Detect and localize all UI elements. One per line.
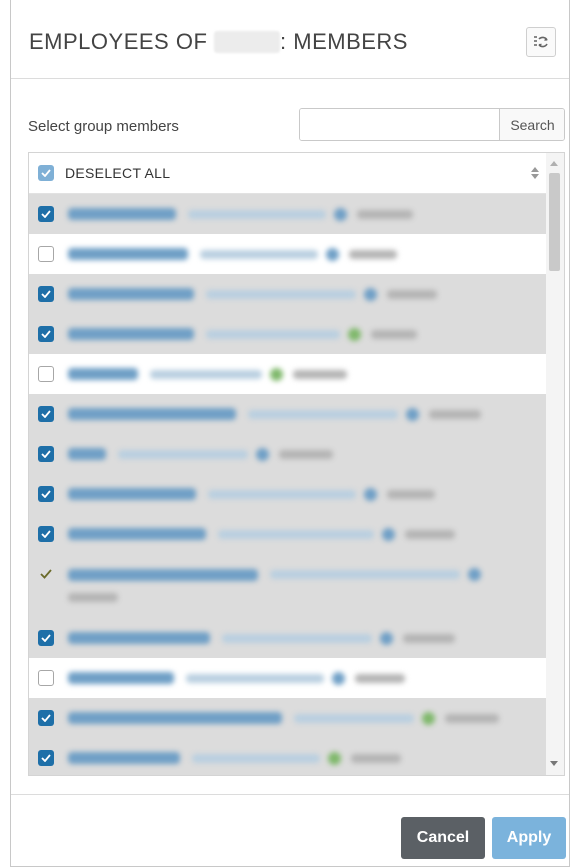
redacted-member-info <box>68 367 347 381</box>
member-checkbox[interactable] <box>38 526 54 542</box>
check-icon <box>41 634 51 642</box>
redacted-member-info <box>68 527 455 541</box>
member-checkbox[interactable] <box>38 326 54 342</box>
scroll-thumb[interactable] <box>549 173 560 271</box>
member-row[interactable] <box>29 234 546 274</box>
check-icon <box>41 169 51 177</box>
deselect-all-checkbox[interactable] <box>38 165 54 181</box>
member-rows <box>29 194 546 775</box>
redacted-group-name <box>214 31 281 53</box>
search-input[interactable] <box>300 109 499 140</box>
member-checkbox[interactable] <box>38 630 54 646</box>
member-checkbox[interactable] <box>38 486 54 502</box>
member-checkbox[interactable] <box>38 366 54 382</box>
member-checkbox[interactable] <box>38 710 54 726</box>
member-checkbox[interactable] <box>38 406 54 422</box>
redacted-member-info <box>68 671 405 685</box>
title-prefix: EMPLOYEES OF <box>29 29 208 54</box>
apply-button[interactable]: Apply <box>492 817 566 859</box>
refresh-button[interactable] <box>526 27 556 57</box>
member-checkbox[interactable] <box>38 670 54 686</box>
member-row[interactable] <box>29 618 546 658</box>
member-row[interactable] <box>29 658 546 698</box>
check-icon <box>41 450 51 458</box>
search-button[interactable]: Search <box>499 109 564 140</box>
member-row[interactable] <box>29 434 546 474</box>
sort-icon[interactable] <box>530 166 540 180</box>
title-suffix: : MEMBERS <box>280 29 408 54</box>
refresh-icon <box>534 36 548 48</box>
check-icon <box>41 530 51 538</box>
check-icon <box>41 410 51 418</box>
check-icon <box>41 490 51 498</box>
member-row[interactable] <box>29 274 546 314</box>
redacted-member-info <box>68 287 437 301</box>
check-icon <box>41 290 51 298</box>
redacted-member-info <box>68 327 417 341</box>
group-members-dialog: EMPLOYEES OF : MEMBERS Select group memb… <box>10 0 570 867</box>
member-row[interactable] <box>29 474 546 514</box>
list-header: DESELECT ALL <box>29 153 546 194</box>
deselect-all-label[interactable]: DESELECT ALL <box>65 165 170 181</box>
check-icon <box>40 569 52 579</box>
member-row[interactable] <box>29 394 546 434</box>
member-row[interactable] <box>29 738 546 775</box>
member-row[interactable] <box>29 194 546 234</box>
search-group: Search <box>299 108 565 141</box>
dialog-title: EMPLOYEES OF : MEMBERS <box>29 29 408 55</box>
scroll-up-icon[interactable] <box>550 161 558 166</box>
redacted-member-info <box>68 207 413 221</box>
member-row[interactable] <box>29 314 546 354</box>
redacted-member-info <box>68 568 481 602</box>
dialog-header: EMPLOYEES OF : MEMBERS <box>11 0 569 79</box>
dialog-footer: Cancel Apply <box>11 794 569 868</box>
check-icon <box>41 754 51 762</box>
member-checkbox[interactable] <box>38 566 54 582</box>
member-row[interactable] <box>29 698 546 738</box>
check-icon <box>41 210 51 218</box>
member-row[interactable] <box>29 554 546 618</box>
redacted-member-info <box>68 711 499 725</box>
member-checkbox[interactable] <box>38 206 54 222</box>
redacted-member-info <box>68 247 397 261</box>
list-scrollbar[interactable] <box>546 153 564 775</box>
select-members-label: Select group members <box>28 118 179 135</box>
member-checkbox[interactable] <box>38 750 54 766</box>
cancel-button[interactable]: Cancel <box>401 817 485 859</box>
member-row[interactable] <box>29 514 546 554</box>
redacted-member-info <box>68 631 455 645</box>
check-icon <box>41 330 51 338</box>
member-checkbox[interactable] <box>38 286 54 302</box>
member-checkbox[interactable] <box>38 446 54 462</box>
check-icon <box>41 714 51 722</box>
redacted-member-info <box>68 751 401 765</box>
redacted-member-info <box>68 487 435 501</box>
member-row[interactable] <box>29 354 546 394</box>
members-list[interactable]: DESELECT ALL <box>28 152 565 776</box>
redacted-member-info <box>68 407 481 421</box>
redacted-member-info <box>68 447 333 461</box>
scroll-down-icon[interactable] <box>550 761 558 766</box>
member-checkbox[interactable] <box>38 246 54 262</box>
